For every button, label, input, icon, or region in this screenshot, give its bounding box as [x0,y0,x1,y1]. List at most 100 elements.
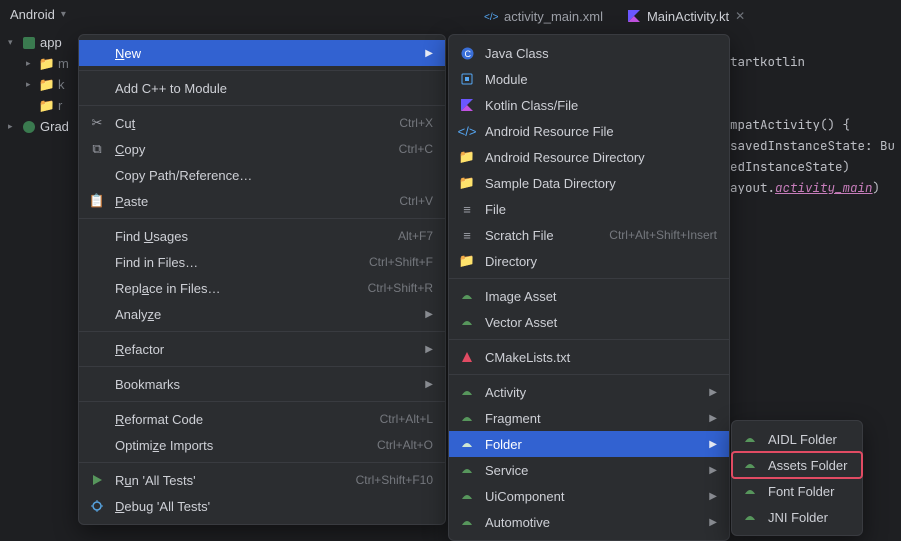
tree-label: app [40,35,62,50]
cmake-icon [459,351,475,363]
chevron-right-icon: ▶ [709,517,717,528]
separator [79,366,445,367]
android-icon [742,485,758,497]
menu-item-cmakelists[interactable]: CMakeLists.txt [449,344,729,370]
chevron-right-icon: ▸ [26,79,36,90]
menu-item-font-folder[interactable]: Font Folder [732,478,862,504]
android-icon [459,516,475,528]
debug-icon [89,500,105,512]
menu-item-jni-folder[interactable]: JNI Folder [732,504,862,530]
menu-item-cut[interactable]: ✂ CutCut Ctrl+X [79,110,445,136]
android-icon [742,459,758,471]
java-class-icon: C [459,47,475,60]
chevron-down-icon: ▾ [8,37,18,48]
menu-item-folder[interactable]: Folder ▶ [449,431,729,457]
separator [449,278,729,279]
menu-item-module[interactable]: Module [449,66,729,92]
tab-label: activity_main.xml [504,9,603,24]
menu-item-service[interactable]: Service ▶ [449,457,729,483]
android-icon [742,511,758,523]
menu-item-directory[interactable]: 📁 Directory [449,248,729,274]
tab-main-activity-kt[interactable]: MainActivity.kt ✕ [617,5,755,28]
svg-text:C: C [464,49,471,59]
menu-item-file[interactable]: ≡ File [449,196,729,222]
tab-label: MainActivity.kt [647,9,729,24]
menu-item-sample-data-directory[interactable]: 📁 Sample Data Directory [449,170,729,196]
scissors-icon: ✂ [89,115,105,131]
chevron-right-icon: ▸ [8,121,18,132]
separator [449,374,729,375]
menu-item-add-cpp[interactable]: Add C++ to Module [79,75,445,101]
tree-label: r [58,98,62,113]
menu-item-aidl-folder[interactable]: AIDL Folder [732,426,862,452]
xml-icon: </> [484,9,498,23]
separator [79,218,445,219]
clipboard-icon: 📋 [89,193,105,209]
android-icon [459,316,475,328]
separator [79,70,445,71]
chevron-right-icon: ▶ [709,465,717,476]
chevron-right-icon: ▶ [425,379,433,390]
menu-item-debug-all-tests[interactable]: Debug 'All Tests'Debug 'All Tests' [79,493,445,519]
menu-item-run-all-tests[interactable]: Run 'All Tests'Run 'All Tests' Ctrl+Shif… [79,467,445,493]
folder-icon: 📁 [459,175,475,191]
android-icon [742,433,758,445]
menu-item-android-resource-directory[interactable]: 📁 Android Resource Directory [449,144,729,170]
scratch-file-icon: ≡ [459,228,475,243]
menu-item-java-class[interactable]: C Java Class [449,40,729,66]
menu-item-scratch-file[interactable]: ≡ Scratch File Ctrl+Alt+Shift+Insert [449,222,729,248]
android-icon [459,464,475,476]
folder-submenu: AIDL Folder Assets Folder Font Folder JN… [731,420,863,536]
separator [79,462,445,463]
folder-icon: 📁 [40,56,54,72]
menu-item-find-usages[interactable]: Find UsagesFind Usages Alt+F7 [79,223,445,249]
android-icon [459,438,475,450]
new-submenu: C Java Class Module Kotlin Class/File </… [448,34,730,541]
project-selector[interactable]: Android [10,7,55,22]
menu-item-uicomponent[interactable]: UiComponent ▶ [449,483,729,509]
android-icon [459,490,475,502]
separator [449,339,729,340]
editor-area[interactable]: tartkotlin mpatActivity() { savedInstanc… [730,30,897,198]
folder-icon: 📁 [459,149,475,165]
menu-item-paste[interactable]: 📋 PastePaste Ctrl+V [79,188,445,214]
close-icon[interactable]: ✕ [735,9,745,23]
menu-item-replace-in-files[interactable]: Replace in Files…Replace in Files… Ctrl+… [79,275,445,301]
menu-item-refactor[interactable]: RefactorRefactor ▶ [79,336,445,362]
menu-item-kotlin-class[interactable]: Kotlin Class/File [449,92,729,118]
menu-item-activity[interactable]: Activity ▶ [449,379,729,405]
menu-item-copy-path[interactable]: Copy Path/Reference… [79,162,445,188]
menu-item-analyze[interactable]: AnalyzeAnalyze ▶ [79,301,445,327]
android-icon [459,412,475,424]
chevron-right-icon: ▶ [709,491,717,502]
menu-item-fragment[interactable]: Fragment ▶ [449,405,729,431]
separator [79,331,445,332]
tree-label: Grad [40,119,69,134]
menu-item-bookmarks[interactable]: Bookmarks ▶ [79,371,445,397]
chevron-right-icon: ▶ [709,413,717,424]
menu-item-assets-folder[interactable]: Assets Folder [732,452,862,478]
module-icon [459,73,475,85]
editor-tabs: </> activity_main.xml MainActivity.kt ✕ [474,0,901,28]
menu-item-android-resource-file[interactable]: </> Android Resource File [449,118,729,144]
xml-icon: </> [459,124,475,139]
context-menu: NNewew ▶ Add C++ to Module ✂ CutCut Ctrl… [78,34,446,525]
menu-item-optimize-imports[interactable]: Optimize ImportsOptimize Imports Ctrl+Al… [79,432,445,458]
svg-text:</>: </> [484,12,498,23]
menu-item-find-in-files[interactable]: Find in Files… Ctrl+Shift+F [79,249,445,275]
menu-item-copy[interactable]: ⧉ CopyCopy Ctrl+C [79,136,445,162]
separator [79,401,445,402]
run-icon [89,474,105,486]
menu-item-reformat[interactable]: Reformat CodeReformat Code Ctrl+Alt+L [79,406,445,432]
separator [79,105,445,106]
menu-item-new[interactable]: NNewew ▶ [79,40,445,66]
menu-item-image-asset[interactable]: Image Asset [449,283,729,309]
file-icon: ≡ [459,202,475,217]
chevron-right-icon: ▸ [26,58,36,69]
tab-activity-main-xml[interactable]: </> activity_main.xml [474,5,613,28]
chevron-right-icon: ▶ [425,309,433,320]
chevron-right-icon: ▶ [709,439,717,450]
kotlin-icon [459,99,475,111]
menu-item-automotive[interactable]: Automotive ▶ [449,509,729,535]
menu-item-vector-asset[interactable]: Vector Asset [449,309,729,335]
